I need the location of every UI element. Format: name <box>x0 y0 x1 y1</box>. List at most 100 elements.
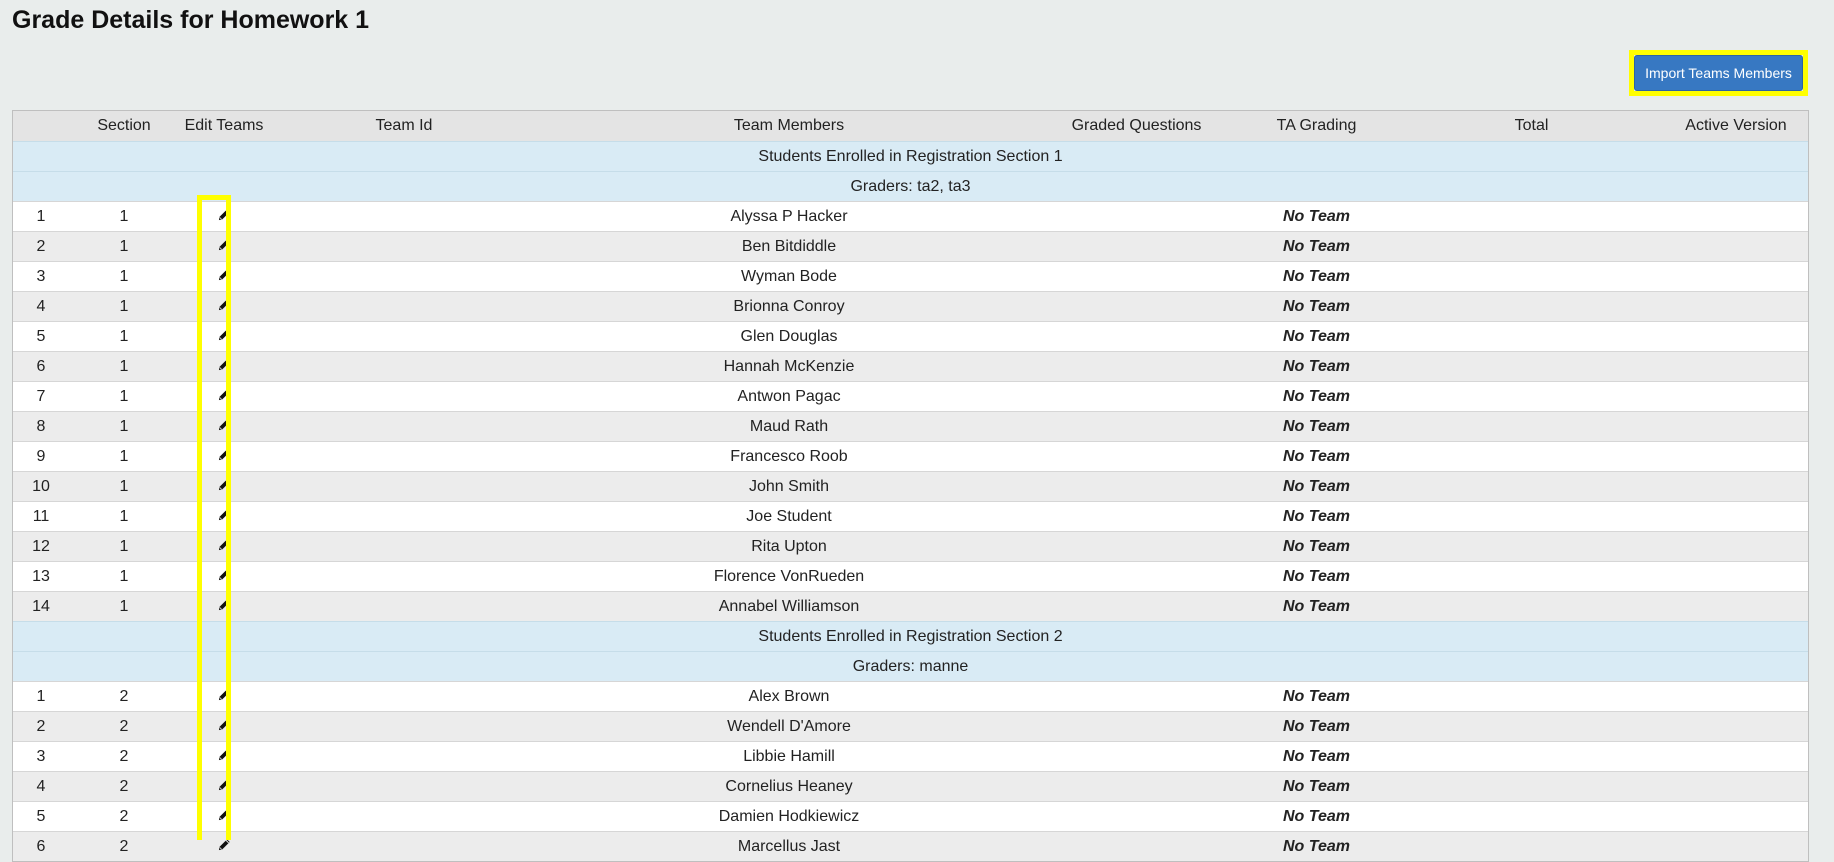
row-section: 1 <box>69 261 179 292</box>
edit-pencil-icon[interactable] <box>216 388 232 404</box>
table-row: 9 1 Francesco Roob No Team <box>13 441 1808 472</box>
team-id-cell <box>269 681 539 712</box>
active-version-cell <box>1664 561 1808 592</box>
table-row: 3 1 Wyman Bode No Team <box>13 261 1808 292</box>
header-active-version[interactable]: Active Version <box>1664 111 1808 142</box>
graded-questions-cell <box>1039 591 1234 622</box>
section-title: Students Enrolled in Registration Sectio… <box>13 141 1808 172</box>
active-version-cell <box>1664 231 1808 262</box>
edit-pencil-icon[interactable] <box>216 718 232 734</box>
row-number: 5 <box>13 321 69 352</box>
header-section[interactable]: Section <box>69 111 179 142</box>
edit-pencil-icon[interactable] <box>216 478 232 494</box>
edit-pencil-icon[interactable] <box>216 208 232 224</box>
header-edit-teams[interactable]: Edit Teams <box>179 111 269 142</box>
edit-pencil-icon[interactable] <box>216 508 232 524</box>
row-number: 1 <box>13 681 69 712</box>
table-row: 6 1 Hannah McKenzie No Team <box>13 351 1808 382</box>
edit-pencil-icon[interactable] <box>216 538 232 554</box>
row-number: 12 <box>13 531 69 562</box>
ta-grading-status: No Team <box>1234 591 1399 622</box>
row-section: 2 <box>69 801 179 832</box>
edit-pencil-icon[interactable] <box>216 778 232 794</box>
header-total[interactable]: Total <box>1399 111 1664 142</box>
total-cell <box>1399 231 1664 262</box>
edit-team-cell <box>179 561 269 592</box>
row-section: 1 <box>69 531 179 562</box>
header-team-members[interactable]: Team Members <box>539 111 1039 142</box>
header-team-id[interactable]: Team Id <box>269 111 539 142</box>
graded-questions-cell <box>1039 771 1234 802</box>
table-row: 2 2 Wendell D'Amore No Team <box>13 711 1808 742</box>
team-member-name: Joe Student <box>539 501 1039 532</box>
edit-pencil-icon[interactable] <box>216 358 232 374</box>
ta-grading-status: No Team <box>1234 681 1399 712</box>
ta-grading-status: No Team <box>1234 531 1399 562</box>
edit-pencil-icon[interactable] <box>216 808 232 824</box>
graded-questions-cell <box>1039 561 1234 592</box>
team-id-cell <box>269 261 539 292</box>
total-cell <box>1399 741 1664 772</box>
active-version-cell <box>1664 771 1808 802</box>
active-version-cell <box>1664 741 1808 772</box>
edit-team-cell <box>179 291 269 322</box>
active-version-cell <box>1664 591 1808 622</box>
edit-pencil-icon[interactable] <box>216 328 232 344</box>
edit-pencil-icon[interactable] <box>216 238 232 254</box>
row-section: 2 <box>69 741 179 772</box>
team-member-name: Ben Bitdiddle <box>539 231 1039 262</box>
team-id-cell <box>269 591 539 622</box>
active-version-cell <box>1664 441 1808 472</box>
total-cell <box>1399 321 1664 352</box>
edit-team-cell <box>179 591 269 622</box>
active-version-cell <box>1664 711 1808 742</box>
team-member-name: John Smith <box>539 471 1039 502</box>
active-version-cell <box>1664 321 1808 352</box>
edit-pencil-icon[interactable] <box>216 748 232 764</box>
graded-questions-cell <box>1039 231 1234 262</box>
edit-pencil-icon[interactable] <box>216 838 232 854</box>
total-cell <box>1399 291 1664 322</box>
table-row: 5 2 Damien Hodkiewicz No Team <box>13 801 1808 832</box>
row-number: 9 <box>13 441 69 472</box>
active-version-cell <box>1664 411 1808 442</box>
graded-questions-cell <box>1039 411 1234 442</box>
team-id-cell <box>269 441 539 472</box>
edit-team-cell <box>179 441 269 472</box>
team-member-name: Hannah McKenzie <box>539 351 1039 382</box>
edit-team-cell <box>179 741 269 772</box>
edit-pencil-icon[interactable] <box>216 268 232 284</box>
table-header-row: Section Edit Teams Team Id Team Members … <box>13 111 1808 142</box>
edit-pencil-icon[interactable] <box>216 688 232 704</box>
total-cell <box>1399 381 1664 412</box>
ta-grading-status: No Team <box>1234 351 1399 382</box>
row-section: 1 <box>69 591 179 622</box>
edit-pencil-icon[interactable] <box>216 568 232 584</box>
header-number[interactable] <box>13 111 69 142</box>
active-version-cell <box>1664 201 1808 232</box>
header-graded-questions[interactable]: Graded Questions <box>1039 111 1234 142</box>
team-id-cell <box>269 291 539 322</box>
table-row: 5 1 Glen Douglas No Team <box>13 321 1808 352</box>
table-row: 1 1 Alyssa P Hacker No Team <box>13 201 1808 232</box>
edit-pencil-icon[interactable] <box>216 418 232 434</box>
graded-questions-cell <box>1039 501 1234 532</box>
table-row: 2 1 Ben Bitdiddle No Team <box>13 231 1808 262</box>
import-teams-members-button[interactable]: Import Teams Members <box>1634 55 1803 91</box>
edit-team-cell <box>179 531 269 562</box>
edit-pencil-icon[interactable] <box>216 448 232 464</box>
row-section: 1 <box>69 291 179 322</box>
edit-pencil-icon[interactable] <box>216 598 232 614</box>
edit-pencil-icon[interactable] <box>216 298 232 314</box>
graded-questions-cell <box>1039 321 1234 352</box>
row-number: 8 <box>13 411 69 442</box>
team-member-name: Francesco Roob <box>539 441 1039 472</box>
total-cell <box>1399 501 1664 532</box>
graded-questions-cell <box>1039 711 1234 742</box>
ta-grading-status: No Team <box>1234 321 1399 352</box>
page-title: Grade Details for Homework 1 <box>12 6 370 34</box>
team-member-name: Cornelius Heaney <box>539 771 1039 802</box>
edit-team-cell <box>179 771 269 802</box>
team-id-cell <box>269 771 539 802</box>
header-ta-grading[interactable]: TA Grading <box>1234 111 1399 142</box>
